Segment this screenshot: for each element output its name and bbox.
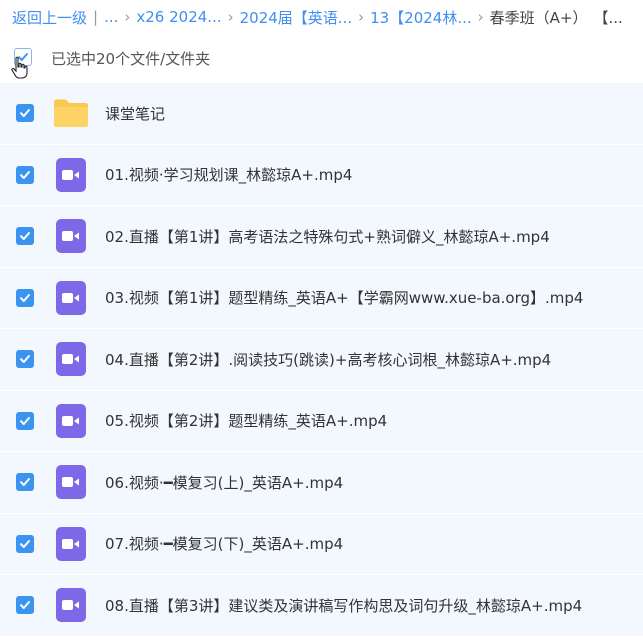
video-file-icon [56,219,86,254]
file-list: 课堂笔记 01.视频·学习规划课_林懿琼A+.mp4 02.直播【第1讲】高考语… [0,83,643,637]
list-item[interactable]: 01.视频·学习规划课_林懿琼A+.mp4 [0,144,643,206]
list-item[interactable]: 06.视频·━模复习(上)_英语A+.mp4 [0,452,643,514]
video-file-icon [56,526,86,561]
hand-cursor-icon [11,56,28,79]
chevron-right-icon: › [477,8,484,26]
list-item[interactable]: 05.视频【第2讲】题型精练_英语A+.mp4 [0,390,643,452]
list-item[interactable]: 02.直播【第1讲】高考语法之特殊句式+熟词僻义_林懿琼A+.mp4 [0,206,643,268]
file-name[interactable]: 01.视频·学习规划课_林懿琼A+.mp4 [105,164,352,185]
file-name[interactable]: 07.视频·━模复习(下)_英语A+.mp4 [105,533,343,554]
list-item[interactable]: 03.视频【第1讲】题型精练_英语A+【学霸网www.xue-ba.org】.m… [0,267,643,329]
breadcrumb: 返回上一级 | ... › x26 2024... › 2024届【英语... … [0,0,643,34]
breadcrumb-current: 春季班（A+） [489,8,588,27]
file-name[interactable]: 05.视频【第2讲】题型精练_英语A+.mp4 [105,410,387,431]
breadcrumb-item-2024-english[interactable]: 2024届【英语... [240,7,352,28]
file-name[interactable]: 08.直播【第3讲】建议类及演讲稿写作构思及词句升级_林懿琼A+.mp4 [105,595,582,616]
list-item[interactable]: 08.直播【第3讲】建议类及演讲稿写作构思及词句升级_林懿琼A+.mp4 [0,575,643,637]
breadcrumb-item-13-2024[interactable]: 13【2024林... [370,7,472,28]
row-checkbox[interactable] [16,227,34,246]
video-file-icon [56,588,86,623]
list-item[interactable]: 07.视频·━模复习(下)_英语A+.mp4 [0,513,643,575]
file-name[interactable]: 06.视频·━模复习(上)_英语A+.mp4 [105,472,343,493]
list-item[interactable]: 04.直播【第2讲】.阅读技巧(跳读)+高考核心词根_林懿琼A+.mp4 [0,329,643,391]
back-link[interactable]: 返回上一级 [12,7,87,28]
selection-count: 已选中20个文件/文件夹 [51,49,211,68]
folder-icon [54,99,88,128]
row-checkbox[interactable] [16,596,34,615]
breadcrumb-item-x26[interactable]: x26 2024... [136,8,221,26]
list-item[interactable]: 课堂笔记 [0,83,643,145]
file-name[interactable]: 课堂笔记 [105,103,165,124]
row-checkbox[interactable] [16,288,34,307]
chevron-right-icon: › [124,8,131,26]
row-checkbox[interactable] [16,104,34,123]
chevron-right-icon: › [358,8,365,26]
video-file-icon [56,342,86,377]
video-file-icon [56,280,86,315]
row-checkbox[interactable] [16,350,34,369]
row-checkbox[interactable] [16,473,34,492]
video-file-icon [56,465,86,500]
breadcrumb-item-ellipsis[interactable]: ... [104,8,118,26]
row-checkbox[interactable] [16,411,34,430]
chevron-right-icon: › [227,8,234,26]
breadcrumb-separator: | [93,8,99,26]
file-name[interactable]: 04.直播【第2讲】.阅读技巧(跳读)+高考核心词根_林懿琼A+.mp4 [105,349,551,370]
breadcrumb-item-truncated[interactable]: 【... [594,7,623,28]
row-checkbox[interactable] [16,165,34,184]
video-file-icon [56,403,86,438]
selection-bar: 已选中20个文件/文件夹 [0,36,643,80]
file-name[interactable]: 03.视频【第1讲】题型精练_英语A+【学霸网www.xue-ba.org】.m… [105,287,583,308]
row-checkbox[interactable] [16,534,34,553]
video-file-icon [56,157,86,192]
file-name[interactable]: 02.直播【第1讲】高考语法之特殊句式+熟词僻义_林懿琼A+.mp4 [105,226,550,247]
